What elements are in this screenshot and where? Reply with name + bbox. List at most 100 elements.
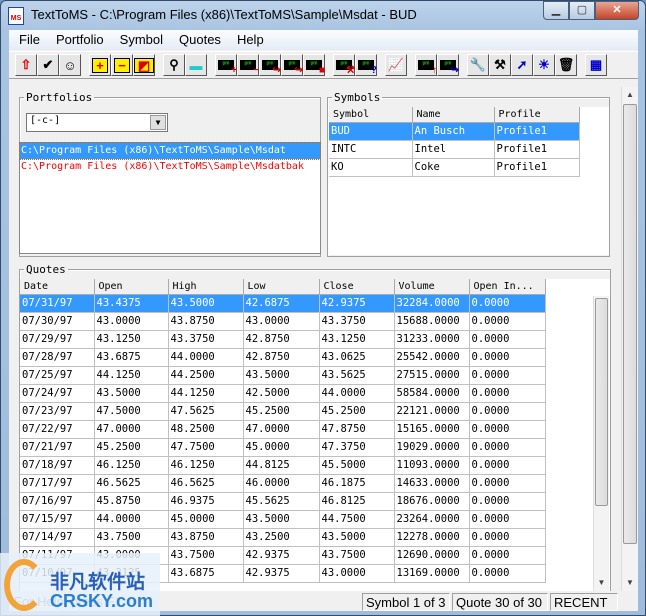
table-row[interactable]: 07/31/97 43.4375 43.5000 42.6875 42.9375 3228… [20, 294, 546, 313]
table-row[interactable]: 07/28/97 43.6875 44.0000 42.8750 43.0625 2554… [20, 348, 546, 367]
table-header-row: Symbol Name Profile [329, 107, 580, 123]
window-title: TextToMS - C:\Program Files (x86)\TextTo… [31, 7, 417, 22]
table-cell: 46.5625 [94, 474, 169, 493]
quotes-scrollbar[interactable]: ▼ [593, 296, 609, 591]
symbol-tools-button[interactable]: ᵖᵐ ⚒ [333, 54, 355, 76]
table-row[interactable]: 07/23/97 47.5000 47.5625 45.2500 45.2500 2212… [20, 402, 546, 421]
table-row[interactable]: 07/14/97 43.7500 43.8750 43.2500 43.5000 1227… [20, 528, 546, 547]
table-row[interactable]: 07/24/97 43.5000 44.1250 42.5000 44.0000 5858… [20, 384, 546, 403]
hammer-button[interactable]: ⚒ [489, 54, 511, 76]
close-button[interactable]: ✕ [595, 1, 639, 20]
table-row[interactable]: 07/17/97 46.5625 46.5625 46.0000 46.1875 1463… [20, 474, 546, 493]
table-cell: 47.7500 [168, 438, 244, 457]
symbol-remove-icon: ᵖᵐ − [240, 60, 259, 76]
table-cell: 42.8750 [243, 348, 320, 367]
scroll-down-arrow-icon[interactable]: ▼ [622, 575, 638, 591]
portfolio-list-item[interactable]: C:\Program Files (x86)\TextToMS\Sample\M… [19, 142, 321, 160]
table-cell: 0.0000 [469, 402, 546, 421]
sunrise-button[interactable]: ☀ [533, 54, 555, 76]
table-cell: Profile1 [494, 122, 580, 141]
portfolio-combo-value: [-c-] [30, 115, 61, 126]
grid-view-button[interactable]: ▦ [585, 54, 607, 76]
table-row[interactable]: 07/22/97 47.0000 48.2500 47.0000 47.8750 1516… [20, 420, 546, 439]
menu-portfolio[interactable]: Portfolio [48, 30, 112, 50]
symbol-edit-icon: ᵖᵐ ■ [306, 60, 325, 76]
table-cell: 43.5000 [168, 294, 244, 313]
table-cell: 0.0000 [469, 348, 546, 367]
table-row[interactable]: INTC Intel Profile1 [329, 140, 580, 159]
chevron-down-icon[interactable]: ▼ [150, 115, 166, 130]
table-row[interactable]: 07/30/97 43.0000 43.8750 43.0000 43.3750 1568… [20, 312, 546, 331]
quotes-scroll-thumb[interactable] [595, 298, 608, 506]
table-cell: 45.0000 [243, 438, 320, 457]
quotes-legend: Quotes [26, 263, 66, 276]
menu-symbol[interactable]: Symbol [112, 30, 171, 50]
quotes-col-open-in[interactable]: Open In... [469, 279, 546, 295]
search-button[interactable]: ⚲ [163, 54, 185, 76]
menu-file[interactable]: File [11, 30, 48, 50]
table-cell: 46.1250 [94, 456, 169, 475]
table-cell: 44.7500 [319, 510, 395, 529]
maximize-button[interactable]: ▢ [569, 1, 595, 20]
eraser-button[interactable]: ▬ [185, 54, 207, 76]
menu-quotes[interactable]: Quotes [171, 30, 229, 50]
symbol-add-button[interactable]: ᵖᵐ + [215, 54, 237, 76]
table-row[interactable]: KO Coke Profile1 [329, 158, 580, 177]
symbols-col-name[interactable]: Name [412, 107, 495, 123]
cursor-button[interactable]: ➚ [511, 54, 533, 76]
table-row[interactable]: 07/15/97 44.0000 45.0000 43.5000 44.7500 2326… [20, 510, 546, 529]
open-folder-up-button[interactable]: ⇧ [15, 54, 37, 76]
scroll-down-arrow-icon[interactable]: ▼ [594, 575, 609, 591]
quotes-col-low[interactable]: Low [243, 279, 320, 295]
quotes-grid[interactable]: Date Open High Low Close Volume Open In... 07/3… [20, 279, 610, 591]
portfolio-combo[interactable]: [-c-] ▼ [26, 113, 168, 132]
symbol-remove-button[interactable]: ᵖᵐ − [237, 54, 259, 76]
table-row[interactable]: 07/25/97 44.1250 44.2500 43.5000 43.5625 2751… [20, 366, 546, 385]
checkmark-button[interactable]: ✔ [37, 54, 59, 76]
folder-add-button[interactable]: + [89, 54, 111, 76]
quotes-col-high[interactable]: High [168, 279, 244, 295]
chart-button[interactable]: 📈 [385, 54, 407, 76]
import-button[interactable]: ᵖᵐ ↪ [437, 54, 459, 76]
wrench-button[interactable]: 🔧 [467, 54, 489, 76]
scroll-up-arrow-icon[interactable]: ▲ [622, 87, 638, 103]
folder-remove-button[interactable]: − [111, 54, 133, 76]
table-row[interactable]: 07/16/97 45.8750 46.9375 45.5625 46.8125 1867… [20, 492, 546, 511]
quotes-col-open[interactable]: Open [94, 279, 169, 295]
portfolio-list[interactable]: C:\Program Files (x86)\TextToMS\Sample\M… [19, 142, 321, 254]
symbol-edit-button[interactable]: ᵖᵐ ■ [303, 54, 325, 76]
face-button[interactable]: ☺ [59, 54, 81, 76]
table-cell: 22121.0000 [394, 402, 470, 421]
status-quote: Quote 30 of 30 [452, 593, 548, 611]
symbols-col-profile[interactable]: Profile [494, 107, 580, 123]
table-row[interactable]: BUD An Busch Profile1 [329, 122, 580, 141]
table-cell: 43.3750 [168, 330, 244, 349]
main-scroll-thumb[interactable] [623, 104, 637, 544]
symbol-move-button[interactable]: ᵖᵐ ↪ [259, 54, 281, 76]
table-cell: 42.6875 [243, 294, 320, 313]
table-cell: 0.0000 [469, 564, 546, 583]
table-cell: BUD [329, 122, 413, 141]
table-row[interactable]: 07/18/97 46.1250 46.1250 44.8125 45.5000 1109… [20, 456, 546, 475]
portfolios-legend: Portfolios [26, 91, 93, 104]
symbol-copy-button[interactable]: ᵖᵐ ↪ [281, 54, 303, 76]
quotes-col-volume[interactable]: Volume [394, 279, 470, 295]
symbols-col-symbol[interactable]: Symbol [329, 107, 413, 123]
table-row[interactable]: 07/21/97 45.2500 47.7500 45.0000 47.3750 1902… [20, 438, 546, 457]
table-cell: 43.6875 [94, 348, 169, 367]
quotes-col-date[interactable]: Date [20, 279, 95, 295]
menu-help[interactable]: Help [229, 30, 272, 50]
trash-button[interactable]: 🗑 [555, 54, 577, 76]
table-cell: 0.0000 [469, 294, 546, 313]
symbols-grid[interactable]: Symbol Name Profile BUD An Busch Profile1 INTC… [329, 107, 609, 255]
table-row[interactable]: 07/29/97 43.1250 43.3750 42.8750 43.1250 3123… [20, 330, 546, 349]
symbol-help-button[interactable]: ᵖᵐ? [355, 54, 377, 76]
main-scrollbar[interactable]: ▲ ▼ [621, 87, 638, 591]
quotes-col-close[interactable]: Close [319, 279, 395, 295]
minimize-button[interactable]: ▁ [543, 1, 569, 20]
portfolio-list-item[interactable]: C:\Program Files (x86)\TextToMS\Sample\M… [20, 159, 320, 175]
export-up-button[interactable]: ᵖᵐ ↑ [415, 54, 437, 76]
folder-edit-button[interactable]: ◩ [133, 54, 155, 76]
table-cell: 25542.0000 [394, 348, 470, 367]
table-cell: 18676.0000 [394, 492, 470, 511]
